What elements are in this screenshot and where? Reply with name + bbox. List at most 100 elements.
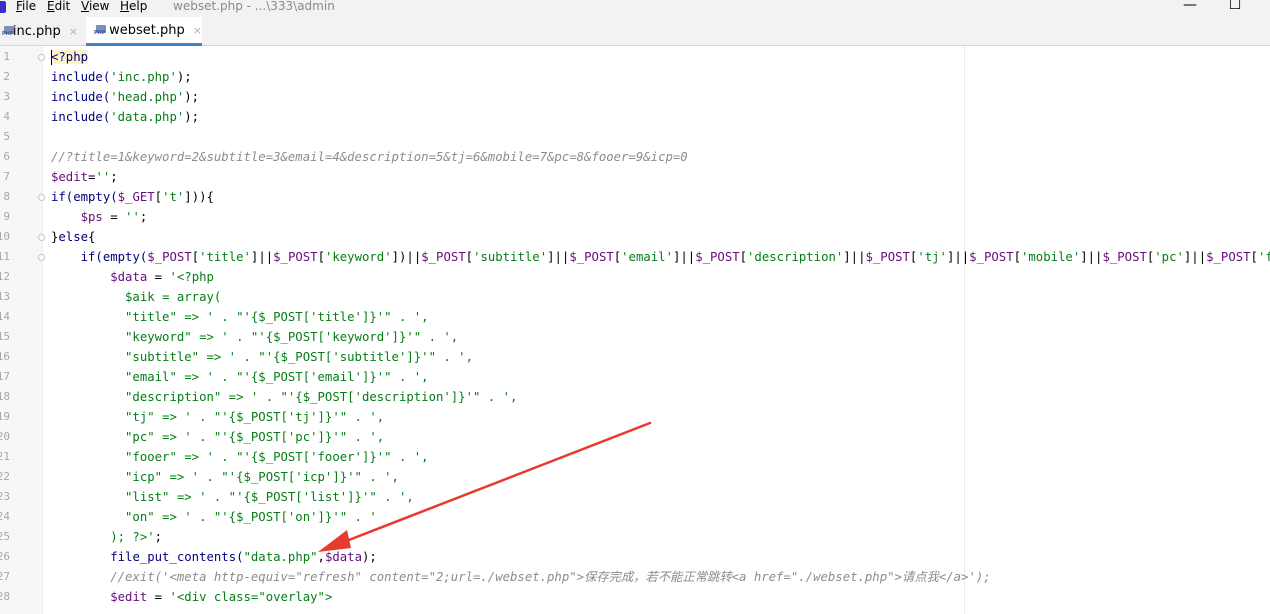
code-token: ]|| (547, 250, 570, 264)
code-line[interactable]: "title" => ' . "'{$_POST['title']}'" . '… (51, 307, 1270, 327)
code-line[interactable]: }else{ (51, 227, 1270, 247)
tab-inc-php[interactable]: PHP inc.php × (0, 17, 78, 45)
code-token: ]|| (946, 250, 970, 264)
code-token: { (88, 230, 96, 244)
code-token: [ (1250, 250, 1258, 264)
menu-help[interactable]: Help (120, 0, 147, 13)
code-token: $edit (110, 590, 148, 604)
code-token: 'email' (621, 250, 673, 264)
code-token: [ (154, 190, 163, 204)
menu-view[interactable]: View (81, 0, 109, 13)
code-token: ]|| (672, 250, 696, 264)
fold-marker-icon[interactable] (38, 254, 45, 261)
code-line[interactable]: "email" => ' . "'{$_POST['email']}'" . '… (51, 367, 1270, 387)
code-token: 请点我 (901, 570, 939, 584)
code-token: 'pc' (1154, 250, 1184, 264)
code-token: 'inc.php' (110, 70, 177, 84)
code-line[interactable]: "icp" => ' . "'{$_POST['icp']}'" . ', (51, 467, 1270, 487)
fold-marker-icon[interactable] (38, 54, 45, 61)
code-token: $_POST (1102, 250, 1147, 264)
code-token: ; (110, 170, 118, 184)
code-line[interactable]: <?php (51, 47, 1270, 67)
code-token: '<div class="overlay"> (169, 590, 333, 604)
code-token: [ (1013, 250, 1021, 264)
close-icon[interactable]: × (69, 25, 78, 38)
code-line[interactable]: file_put_contents("data.php",$data); (51, 547, 1270, 567)
line-number: 14 (0, 310, 10, 323)
code-token: [ (317, 250, 325, 264)
line-number: 11 (0, 250, 10, 263)
code-token: 'subtitle' (473, 250, 548, 264)
code-token: "icp" => ' . "'{$_POST['icp']}'" . ', (51, 470, 399, 484)
code-line[interactable]: $edit = '<div class="overlay"> (51, 587, 1270, 607)
code-line[interactable]: $edit=''; (51, 167, 1270, 187)
code-line[interactable] (51, 127, 1270, 147)
code-line[interactable]: $data = '<?php (51, 267, 1270, 287)
code-token: 'description' (747, 250, 844, 264)
code-line[interactable]: "tj" => ' . "'{$_POST['tj']}'" . ', (51, 407, 1270, 427)
menu-file[interactable]: File (16, 0, 36, 13)
line-number: 5 (3, 130, 10, 143)
code-token: 'tj' (917, 250, 947, 264)
line-number: 20 (0, 430, 10, 443)
code-token: include( (51, 70, 111, 84)
code-line[interactable]: "pc" => ' . "'{$_POST['pc']}'" . ', (51, 427, 1270, 447)
tab-webset-php[interactable]: PHP webset.php × (86, 17, 202, 46)
code-token: ; (139, 210, 148, 224)
code-token: "keyword" => ' . "'{$_POST['keyword']}'"… (51, 330, 459, 344)
code-line[interactable]: if(empty($_GET['t'])){ (51, 187, 1270, 207)
line-number: 13 (0, 290, 10, 303)
code-line[interactable]: if(empty($_POST['title']||$_POST['keywor… (51, 247, 1270, 267)
code-line[interactable]: "subtitle" => ' . "'{$_POST['subtitle']}… (51, 347, 1270, 367)
fold-marker-icon[interactable] (38, 234, 45, 241)
line-number: 21 (0, 450, 10, 463)
close-icon[interactable]: × (193, 24, 202, 37)
code-token: <?php (51, 50, 89, 64)
maximize-button[interactable]: ☐ (1225, 0, 1245, 13)
code-line[interactable]: //?title=1&keyword=2&subtitle=3&email=4&… (51, 147, 1270, 167)
code-token: 'data.php' (110, 110, 185, 124)
code-line[interactable]: $ps = ''; (51, 207, 1270, 227)
code-token: $_POST (421, 250, 466, 264)
code-token: ]|| (1183, 250, 1207, 264)
line-number: 25 (0, 530, 10, 543)
code-line[interactable]: "description" => ' . "'{$_POST['descript… (51, 387, 1270, 407)
menu-edit[interactable]: Edit (47, 0, 70, 13)
code-token: 't' (162, 190, 185, 204)
code-token: $_POST (969, 250, 1014, 264)
code-token: $data (110, 270, 148, 284)
tab-label: webset.php (109, 22, 185, 38)
code-line[interactable]: "fooer" => ' . "'{$_POST['fooer']}'" . '… (51, 447, 1270, 467)
code-token: if(empty( (51, 190, 118, 204)
code-line[interactable]: "keyword" => ' . "'{$_POST['keyword']}'"… (51, 327, 1270, 347)
fold-marker-icon[interactable] (38, 194, 45, 201)
minimize-button[interactable]: — (1180, 0, 1200, 13)
code-line[interactable]: include('head.php'); (51, 87, 1270, 107)
line-number: 8 (3, 190, 10, 203)
code-token: [ (191, 250, 200, 264)
code-line[interactable]: //exit('<meta http-equiv="refresh" conte… (51, 567, 1270, 587)
code-line[interactable]: include('inc.php'); (51, 67, 1270, 87)
code-token: $_GET (117, 190, 155, 204)
line-number: 7 (3, 170, 10, 183)
code-line[interactable]: "on" => ' . "'{$_POST['on']}'" . ' (51, 507, 1270, 527)
php-file-icon: PHP (94, 24, 106, 36)
code-line[interactable]: $aik = array( (51, 287, 1270, 307)
window-title: webset.php - ...\333\admin (173, 0, 335, 13)
code-line[interactable]: "list" => ' . "'{$_POST['list']}'" . ', (51, 487, 1270, 507)
code-line[interactable]: include('data.php'); (51, 107, 1270, 127)
text-caret (51, 50, 52, 65)
code-line[interactable]: ); ?>'; (51, 527, 1270, 547)
php-file-icon: PHP (2, 25, 14, 37)
line-number: 27 (0, 570, 10, 583)
code-token: </a>'); (938, 570, 991, 584)
code-token: ); (361, 550, 377, 564)
code-token: $_POST (1206, 250, 1251, 264)
code-token: include( (51, 90, 111, 104)
code-token: ; (154, 530, 163, 544)
code-token: "tj" => ' . "'{$_POST['tj']}'" . ', (51, 410, 385, 424)
code-token: ); (184, 90, 200, 104)
